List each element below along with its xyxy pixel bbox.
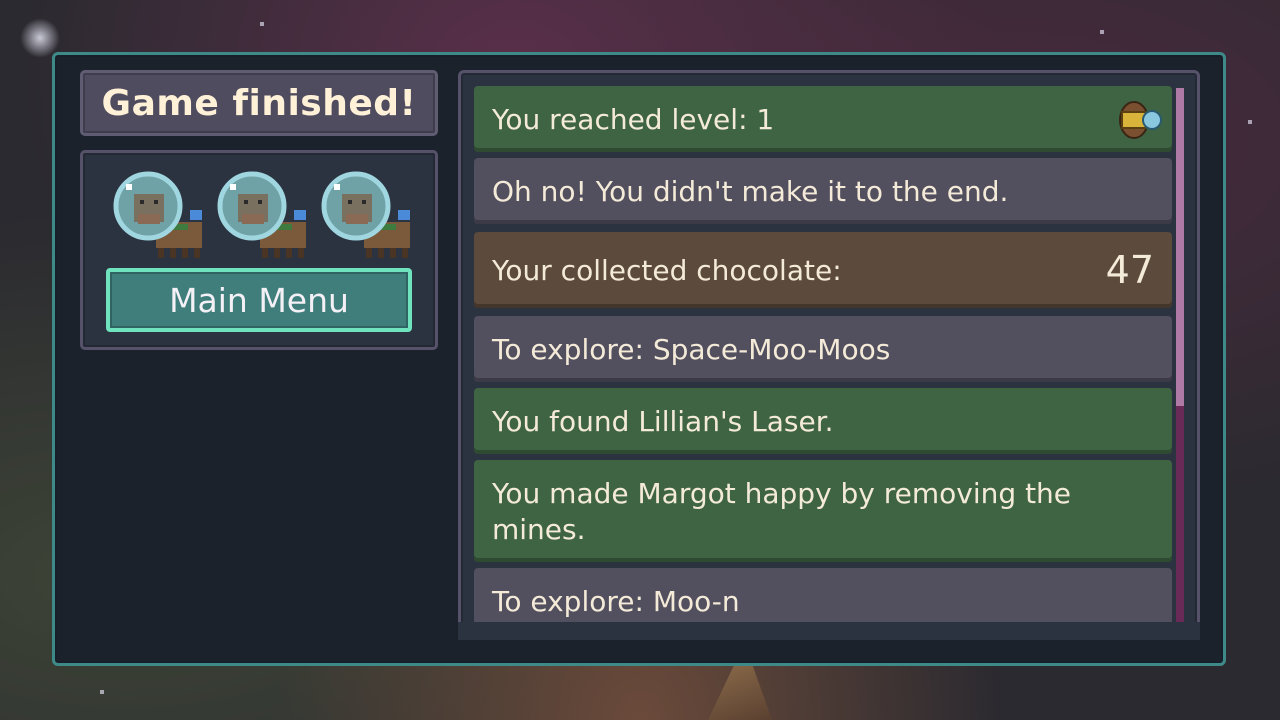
result-row: To explore: Space-Moo-Moos xyxy=(474,316,1172,382)
background-star xyxy=(1248,120,1252,124)
result-row: You found Lillian's Laser. xyxy=(474,388,1172,454)
level-badge-icon xyxy=(1119,101,1162,139)
background-star xyxy=(260,22,264,26)
background-star xyxy=(1100,30,1104,34)
result-text: To explore: Moo-n xyxy=(492,584,740,618)
page-title: Game finished! xyxy=(101,82,417,124)
main-menu-button[interactable]: Main Menu xyxy=(106,268,412,332)
chocolate-count: 47 xyxy=(1105,248,1154,292)
main-menu-label: Main Menu xyxy=(169,280,349,320)
result-text: You made Margot happy by removing the mi… xyxy=(492,477,1072,546)
astronaut-cow-icon xyxy=(217,171,306,258)
result-row: You made Margot happy by removing the mi… xyxy=(474,460,1172,562)
result-text: You reached level: 1 xyxy=(492,102,775,136)
astronaut-cow-icon xyxy=(321,171,410,258)
scrollbar-thumb[interactable] xyxy=(1176,88,1184,406)
list-bottom-edge xyxy=(458,622,1200,640)
result-text: You found Lillian's Laser. xyxy=(492,404,834,438)
result-text: Oh no! You didn't make it to the end. xyxy=(492,174,1009,208)
result-row-level: You reached level: 1 xyxy=(474,86,1172,152)
background-spire xyxy=(708,666,772,720)
result-text: To explore: Space-Moo-Moos xyxy=(492,332,891,366)
result-row: Oh no! You didn't make it to the end. xyxy=(474,158,1172,224)
background-star xyxy=(100,690,104,694)
result-text: Your collected chocolate: xyxy=(492,253,842,287)
title-box: Game finished! xyxy=(80,70,438,136)
result-row-chocolate: Your collected chocolate: 47 xyxy=(474,232,1172,308)
astronaut-cow-icon xyxy=(113,171,202,258)
